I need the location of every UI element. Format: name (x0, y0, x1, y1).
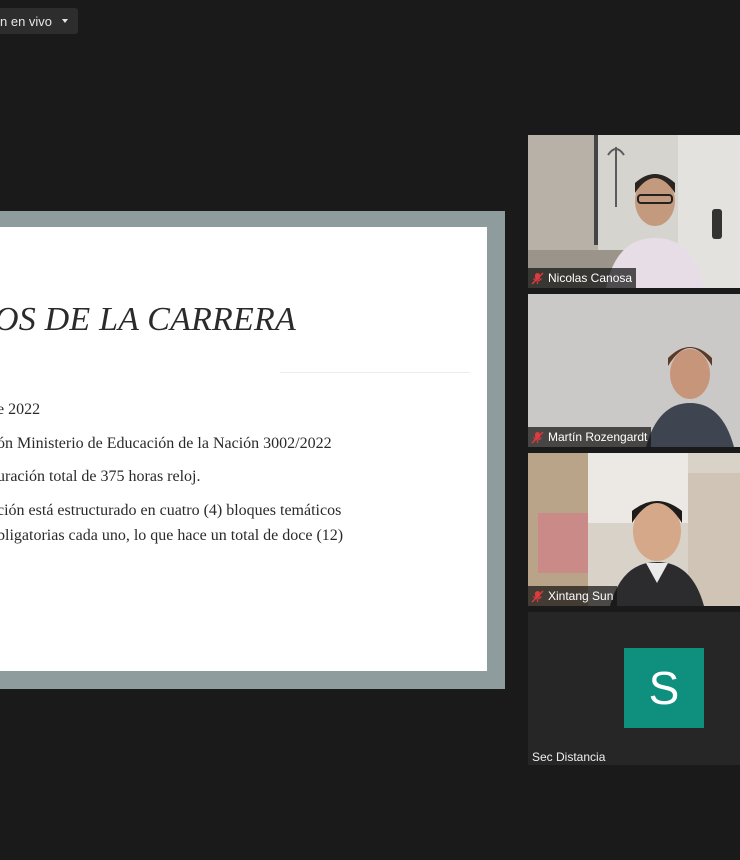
participant-name: Xintang Sun (548, 589, 614, 603)
slide-line: ón Ministerio de Educación de la Nación … (0, 435, 332, 452)
avatar: S (624, 648, 704, 728)
slide-line: uración total de 375 horas reloj. (0, 468, 201, 485)
slide-line: e 2022 (0, 401, 41, 418)
microphone-muted-icon (531, 431, 544, 443)
video-tile-martin-rozengardt[interactable]: Martín Rozengardt (528, 294, 740, 447)
shared-screen: OS DE LA CARRERA e 2022 ón Ministerio de… (0, 211, 505, 689)
slide-line: bligatorias cada uno, lo que hace un tot… (0, 527, 344, 544)
live-stream-button[interactable]: n en vivo (0, 8, 79, 34)
video-tile-nicolas-canosa[interactable]: Nicolas Canosa (528, 135, 740, 288)
live-stream-label: n en vivo (0, 13, 53, 29)
slide-divider (280, 372, 470, 373)
participant-name-tag: Martín Rozengardt (528, 427, 652, 447)
participant-name: Sec Distancia (532, 750, 606, 764)
participant-name: Martín Rozengardt (548, 430, 648, 444)
participant-name-tag: Xintang Sun (528, 586, 618, 606)
participant-name: Nicolas Canosa (548, 271, 633, 285)
chevron-down-icon (62, 19, 69, 23)
video-tile-xintang-sun[interactable]: Xintang Sun (528, 453, 740, 606)
microphone-muted-icon (531, 272, 544, 284)
slide-line: ción está estructurado en cuatro (4) blo… (0, 502, 342, 519)
participant-name-tag: Nicolas Canosa (528, 268, 637, 288)
participant-video (528, 453, 740, 606)
presentation-slide: OS DE LA CARRERA e 2022 ón Ministerio de… (0, 227, 487, 671)
microphone-muted-icon (531, 590, 544, 602)
video-tile-sec-distancia[interactable]: S Sec Distancia (528, 612, 740, 765)
slide-title: OS DE LA CARRERA (0, 301, 296, 338)
participant-video (528, 294, 740, 447)
participant-video (528, 135, 740, 288)
